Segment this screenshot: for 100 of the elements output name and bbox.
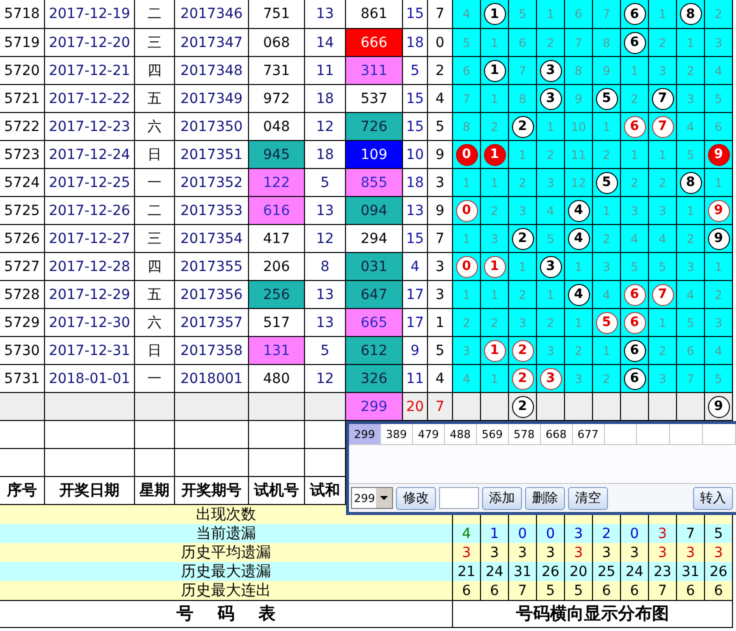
miss-count: 1	[537, 113, 565, 141]
number-ball: 1	[484, 60, 506, 82]
empty-cell	[135, 449, 175, 477]
sum-value: 17	[403, 281, 428, 309]
stat-value: 6	[621, 581, 649, 601]
miss-count: 4	[453, 0, 481, 29]
row-number: 5729	[0, 309, 45, 337]
miss-count: 1	[565, 253, 593, 281]
test-sum: 13	[305, 0, 346, 29]
miss-count: 3	[677, 253, 705, 281]
draw-number: 726	[346, 113, 403, 141]
input-field[interactable]	[439, 487, 479, 509]
row-number: 5724	[0, 169, 45, 197]
miss-count: 7	[453, 85, 481, 113]
weekday: 四	[135, 57, 175, 85]
miss-count: 1	[593, 197, 621, 225]
number-ball: 6	[624, 368, 646, 390]
miss-count: 9	[593, 57, 621, 85]
draw-number: 299	[346, 393, 403, 421]
miss-count: 5	[677, 141, 705, 169]
miss-count: 5	[621, 253, 649, 281]
miss-count: 2	[537, 309, 565, 337]
candidate-number[interactable]: 677	[572, 424, 604, 444]
weekday: 日	[135, 141, 175, 169]
number-ball: 1	[484, 256, 506, 278]
miss-count: 1	[481, 281, 509, 309]
stat-value: 3	[537, 543, 565, 563]
miss-count: 1	[537, 281, 565, 309]
miss-count: 8	[565, 57, 593, 85]
chart-title: 号码横向显示分布图	[453, 600, 733, 628]
miss-count: 5	[453, 29, 481, 57]
number-ball: 2	[512, 116, 534, 138]
sum-value: 18	[403, 29, 428, 57]
number-ball: 3	[540, 368, 562, 390]
miss-count: 5	[649, 253, 677, 281]
draw-period: 2017346	[175, 0, 249, 29]
toolbar-button[interactable]: 删除	[525, 486, 565, 510]
miss-count: 6	[677, 337, 705, 365]
stat-value: 6	[453, 581, 481, 601]
miss-count: 6	[453, 57, 481, 85]
miss-count: 2	[705, 0, 733, 29]
number-ball: 9	[708, 200, 730, 222]
stat-value: 3	[509, 543, 537, 563]
number-ball: 1	[484, 3, 506, 25]
candidate-number[interactable]: 578	[508, 424, 541, 444]
miss-count: 8	[453, 113, 481, 141]
draw-period: 2017354	[175, 225, 249, 253]
candidate-number[interactable]: 668	[540, 424, 573, 444]
stat-label: 历史最大遗漏	[0, 562, 453, 582]
test-sum: 18	[305, 85, 346, 113]
test-number: 731	[249, 57, 305, 85]
test-sum: 12	[305, 225, 346, 253]
miss-count: 7	[565, 29, 593, 57]
miss-count: 1	[453, 281, 481, 309]
number-ball: 6	[624, 32, 646, 54]
miss-count: 2	[593, 365, 621, 393]
miss-count: 6	[705, 113, 733, 141]
draw-date: 2017-12-29	[45, 281, 135, 309]
stat-value: 3	[565, 524, 593, 544]
miss-count: 2	[481, 309, 509, 337]
stat-value: 7	[509, 581, 537, 601]
miss-count: 2	[649, 337, 677, 365]
number-ball: 3	[540, 256, 562, 278]
number-ball: 4	[568, 200, 590, 222]
transfer-button[interactable]: 转入	[693, 486, 733, 510]
miss-count: 2	[481, 197, 509, 225]
stat-value: 6	[677, 581, 705, 601]
miss-count: 3	[705, 29, 733, 57]
number-ball: 0	[456, 200, 478, 222]
miss-count: 6	[565, 0, 593, 29]
miss-count: 4	[705, 337, 733, 365]
weekday: 三	[135, 225, 175, 253]
miss-count: 3	[509, 309, 537, 337]
test-number: 122	[249, 169, 305, 197]
toolbar-button[interactable]: 添加	[482, 486, 522, 510]
miss-count: 3	[565, 365, 593, 393]
candidate-number[interactable]: 299	[349, 424, 381, 444]
miss-count: 1	[453, 225, 481, 253]
toolbar-button[interactable]: 清空	[568, 486, 608, 510]
row-number: 5725	[0, 197, 45, 225]
toolbar-button[interactable]: 修改	[396, 486, 436, 510]
miss-count: 1	[453, 169, 481, 197]
draw-date: 2017-12-30	[45, 309, 135, 337]
miss-count: 1	[677, 29, 705, 57]
miss-count: 3	[537, 337, 565, 365]
draw-date: 2017-12-19	[45, 0, 135, 29]
draw-number: 666	[346, 29, 403, 57]
number-ball: 6	[624, 340, 646, 362]
draw-period: 2017357	[175, 309, 249, 337]
number-ball: 5	[596, 312, 618, 334]
number-combo[interactable]: 299	[351, 487, 393, 509]
miss-count: 1	[621, 141, 649, 169]
row-number: 5719	[0, 29, 45, 57]
miss-count: 1	[705, 253, 733, 281]
stat-value: 3	[677, 543, 705, 563]
miss-count: 3	[481, 225, 509, 253]
stat-value: 7	[649, 581, 677, 601]
stat-value: 5	[705, 524, 733, 544]
number-ball: 7	[652, 284, 674, 306]
miss-count: 4	[677, 113, 705, 141]
